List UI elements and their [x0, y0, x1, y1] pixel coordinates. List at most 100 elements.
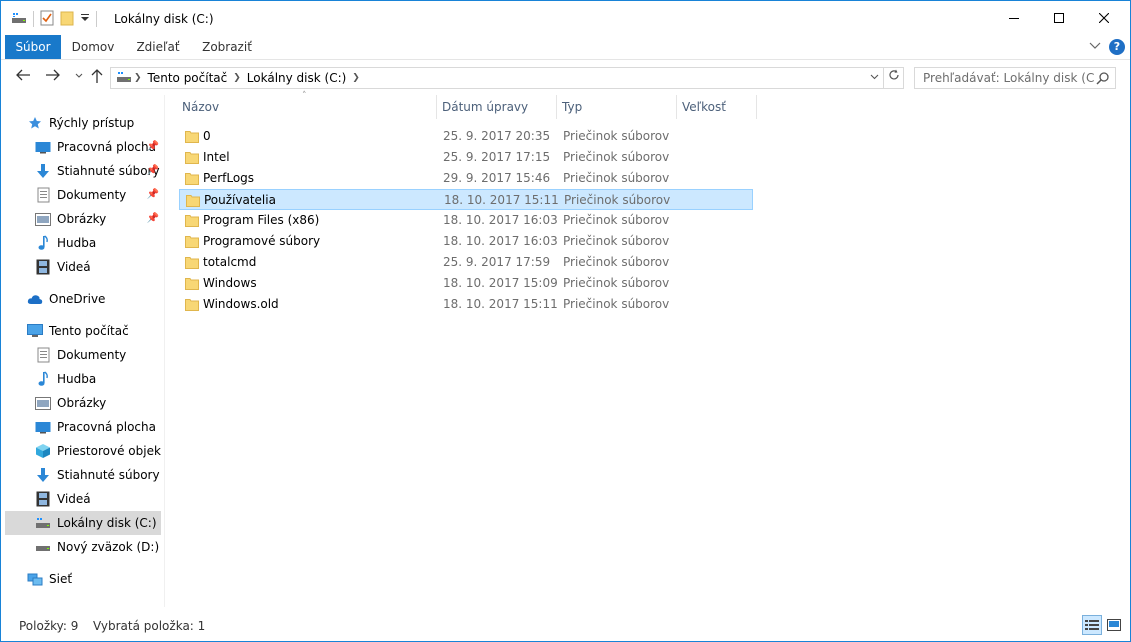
- pictures-icon: [35, 395, 51, 411]
- folder-icon: [186, 194, 200, 207]
- column-header-date[interactable]: Dátum úpravy: [437, 95, 557, 119]
- details-view-icon: [1085, 620, 1099, 630]
- folder-icon: [185, 151, 199, 164]
- tab-view[interactable]: Zobraziť: [194, 35, 260, 59]
- table-row[interactable]: Program Files (x86) 18. 10. 2017 16:03 P…: [179, 210, 753, 231]
- close-button[interactable]: [1081, 1, 1127, 35]
- sidebar-item-videos[interactable]: Videá: [35, 255, 161, 279]
- up-button[interactable]: [87, 68, 107, 88]
- sidebar-item-desktop[interactable]: Pracovná plocha 📌: [35, 135, 161, 159]
- file-name: Intel: [203, 150, 230, 164]
- file-type: Priečinok súborov: [563, 276, 670, 290]
- file-name: Používatelia: [204, 193, 276, 207]
- sidebar-item-local-disk-c[interactable]: Lokálny disk (C:): [5, 511, 161, 535]
- pin-icon[interactable]: 📌: [147, 213, 159, 224]
- sidebar-item-pc-pictures[interactable]: Obrázky: [35, 391, 161, 415]
- tab-file[interactable]: Súbor: [5, 35, 61, 59]
- search-input[interactable]: [915, 68, 1095, 88]
- breadcrumb-chevron-icon[interactable]: ❯: [134, 73, 142, 83]
- table-row[interactable]: Intel 25. 9. 2017 17:15 Priečinok súboro…: [179, 147, 753, 168]
- table-row[interactable]: 0 25. 9. 2017 20:35 Priečinok súborov: [179, 126, 753, 147]
- table-row[interactable]: Windows 18. 10. 2017 15:09 Priečinok súb…: [179, 273, 753, 294]
- file-type: Priečinok súborov: [563, 129, 670, 143]
- large-icons-view-button[interactable]: [1104, 615, 1124, 635]
- address-row: ❯ Tento počítač ❯ Lokálny disk (C:) ❯: [1, 59, 1130, 95]
- sidebar-item-pc-desktop[interactable]: Pracovná plocha: [35, 415, 161, 439]
- close-icon: [1099, 13, 1109, 23]
- sidebar-item-pc-downloads[interactable]: Stiahnuté súbory: [35, 463, 161, 487]
- sidebar-item-volume-d[interactable]: Nový zväzok (D:): [35, 535, 161, 559]
- sidebar-item-downloads[interactable]: Stiahnuté súbory 📌: [35, 159, 161, 183]
- table-row[interactable]: Programové súbory 18. 10. 2017 16:03 Pri…: [179, 231, 753, 252]
- large-icons-view-icon: [1107, 619, 1121, 631]
- sidebar-item-pc-videos[interactable]: Videá: [35, 487, 161, 511]
- column-header-size[interactable]: Veľkosť: [677, 95, 757, 119]
- file-type: Priečinok súborov: [563, 213, 670, 227]
- forward-button[interactable]: [43, 68, 63, 88]
- breadcrumb-this-pc[interactable]: Tento počítač: [148, 71, 228, 85]
- address-bar[interactable]: ❯ Tento počítač ❯ Lokálny disk (C:) ❯: [110, 67, 884, 89]
- file-date: 25. 9. 2017 17:15: [443, 150, 551, 164]
- tab-home[interactable]: Domov: [63, 35, 123, 59]
- file-date: 29. 9. 2017 15:46: [443, 171, 551, 185]
- breadcrumb-chevron-icon[interactable]: ❯: [352, 73, 360, 83]
- file-date: 25. 9. 2017 20:35: [443, 129, 551, 143]
- window-title: Lokálny disk (C:): [114, 12, 214, 26]
- details-view-button[interactable]: [1082, 615, 1102, 635]
- file-type: Priečinok súborov: [563, 234, 670, 248]
- drive-icon[interactable]: [11, 11, 27, 28]
- maximize-button[interactable]: [1036, 1, 1082, 35]
- customize-toolbar-icon[interactable]: [80, 12, 90, 26]
- refresh-button[interactable]: [884, 67, 904, 89]
- search-box[interactable]: [914, 67, 1116, 89]
- sidebar-item-this-pc[interactable]: Tento počítač: [27, 319, 161, 343]
- file-type: Priečinok súborov: [564, 193, 671, 207]
- sidebar-item-label: Priestorové objekty: [57, 444, 161, 458]
- sidebar-item-pc-documents[interactable]: Dokumenty: [35, 343, 161, 367]
- table-row[interactable]: totalcmd 25. 9. 2017 17:59 Priečinok súb…: [179, 252, 753, 273]
- pin-icon[interactable]: 📌: [147, 165, 159, 176]
- column-header-name[interactable]: Názov: [177, 95, 437, 119]
- sidebar-item-label: Videá: [57, 492, 91, 506]
- minimize-button[interactable]: [991, 1, 1037, 35]
- column-header-type[interactable]: Typ: [557, 95, 677, 119]
- pin-icon[interactable]: 📌: [147, 141, 159, 152]
- file-type: Priečinok súborov: [563, 171, 670, 185]
- sidebar-item-documents[interactable]: Dokumenty 📌: [35, 183, 161, 207]
- folder-icon: [185, 172, 199, 185]
- sidebar-item-quick-access[interactable]: Rýchly prístup: [27, 111, 161, 135]
- pin-icon[interactable]: 📌: [147, 189, 159, 200]
- chevron-down-icon: [1089, 42, 1101, 49]
- sidebar-item-pc-music[interactable]: Hudba: [35, 367, 161, 391]
- file-date: 18. 10. 2017 16:03: [443, 213, 558, 227]
- expand-ribbon-button[interactable]: [1088, 40, 1102, 54]
- sidebar-item-onedrive[interactable]: OneDrive: [27, 287, 161, 311]
- sidebar-item-network[interactable]: Sieť: [27, 567, 161, 591]
- sidebar-item-label: Dokumenty: [57, 348, 127, 362]
- drive-icon: [35, 539, 51, 555]
- folder-icon: [185, 256, 199, 269]
- sidebar-item-pictures[interactable]: Obrázky 📌: [35, 207, 161, 231]
- properties-icon[interactable]: [40, 10, 54, 29]
- sidebar-item-label: Videá: [57, 260, 91, 274]
- table-row[interactable]: PerfLogs 29. 9. 2017 15:46 Priečinok súb…: [179, 168, 753, 189]
- address-dropdown-button[interactable]: [867, 71, 881, 85]
- new-folder-icon[interactable]: [60, 10, 74, 29]
- breadcrumb-local-disk[interactable]: Lokálny disk (C:): [247, 71, 347, 85]
- sidebar-item-label: Rýchly prístup: [49, 116, 135, 130]
- back-button[interactable]: [13, 68, 33, 88]
- pictures-icon: [35, 211, 51, 227]
- cloud-icon: [27, 291, 43, 307]
- help-button[interactable]: ?: [1109, 39, 1125, 55]
- breadcrumb-chevron-icon[interactable]: ❯: [233, 73, 241, 83]
- table-row[interactable]: Windows.old 18. 10. 2017 15:11 Priečinok…: [179, 294, 753, 315]
- tab-share[interactable]: Zdieľať: [127, 35, 189, 59]
- maximize-icon: [1054, 13, 1064, 23]
- folder-icon: [185, 277, 199, 290]
- file-date: 18. 10. 2017 15:11: [444, 193, 559, 207]
- sidebar-item-music[interactable]: Hudba: [35, 231, 161, 255]
- recent-locations-button[interactable]: [69, 68, 89, 88]
- table-row-selected[interactable]: Používatelia 18. 10. 2017 15:11 Priečino…: [179, 189, 753, 210]
- sidebar-item-3d-objects[interactable]: Priestorové objekty: [35, 439, 161, 463]
- sidebar-item-label: Nový zväzok (D:): [57, 540, 160, 554]
